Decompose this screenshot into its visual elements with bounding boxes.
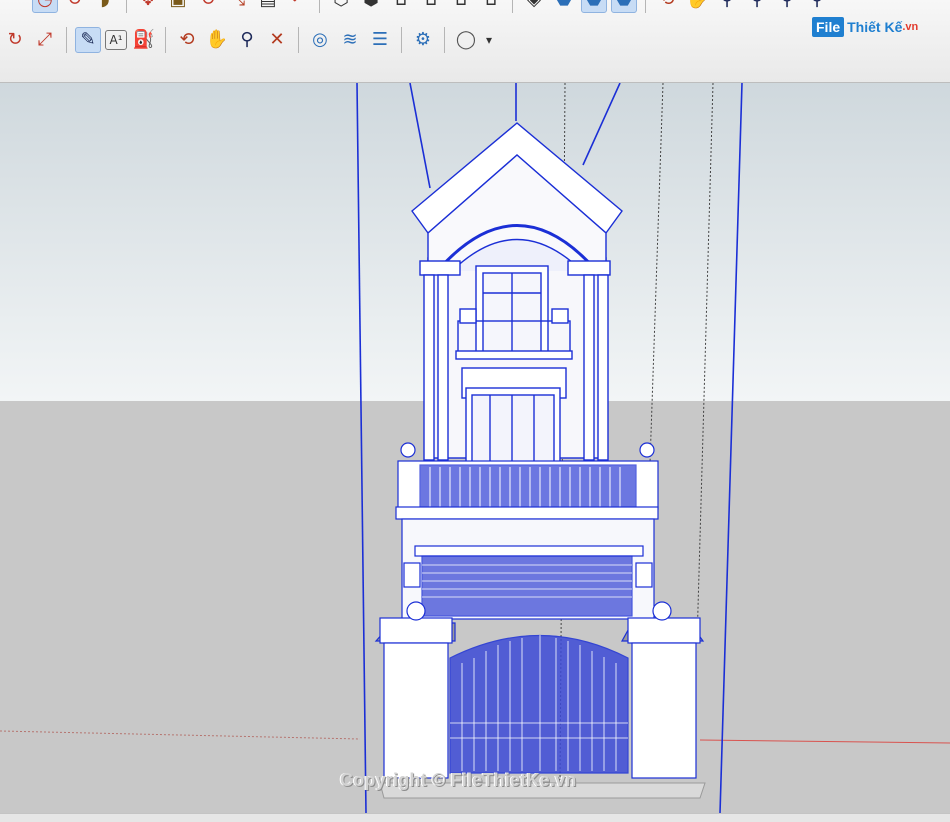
separator [401, 27, 402, 53]
pie-icon[interactable]: ◔ [32, 0, 58, 13]
separator [126, 0, 127, 13]
offset-icon[interactable]: ▤ [255, 0, 281, 13]
toolbar-row-bottom: ↻ ⤢ ✎ A¹ ⛽ ⟲ ✋ ⚲ ✕ ◎ ≋ ☰ ⚙ ◯ ▾ [0, 22, 497, 58]
iso-view-icon[interactable]: ⬡ [328, 0, 354, 13]
previous-view-icon[interactable]: ⚲ [804, 0, 830, 13]
separator [645, 0, 646, 13]
logo-text: Thiết Kế [847, 19, 903, 35]
terrain-icon[interactable]: ≋ [337, 27, 363, 53]
zoom-extents-icon[interactable]: ⚲ [774, 0, 800, 13]
scale-icon[interactable]: ⤡ [225, 0, 251, 13]
separator [444, 27, 445, 53]
logo-brand: File [812, 17, 845, 37]
move-icon[interactable]: ✥ [135, 0, 161, 13]
house-front-icon[interactable]: ⌂ [388, 0, 414, 13]
separator [298, 27, 299, 53]
ground-floor [401, 518, 655, 620]
undo-icon[interactable]: ↶ [285, 0, 311, 13]
pushpull-icon[interactable]: ▣ [165, 0, 191, 13]
shaded-icon[interactable]: ⬣ [611, 0, 637, 13]
logo-suffix: .vn [902, 21, 919, 33]
pan-icon[interactable]: ✋ [684, 0, 710, 13]
zoom-extents-icon[interactable]: ✕ [264, 27, 290, 53]
wireframe-icon[interactable]: ⬣ [551, 0, 577, 13]
layers-icon[interactable]: ☰ [367, 27, 393, 53]
toolbar-area: ⌒ ◔ ↺ ◗ ✥ ▣ ↻ ⤡ ▤ ↶ ⬡ ⬢ ⌂ ⌂ ⌂ ⌂ ◈ ⬣ ⬣ ⬣ … [0, 0, 950, 83]
separator [319, 0, 320, 13]
separator [512, 0, 513, 13]
top-view-icon[interactable]: ⬢ [358, 0, 384, 13]
geolocation-icon[interactable]: ◎ [307, 27, 333, 53]
tape-measure-icon[interactable]: ✎ [75, 27, 101, 53]
hidden-line-icon[interactable]: ⬣ [581, 0, 607, 13]
orbit-icon[interactable]: ⟲ [654, 0, 680, 13]
house-left-icon[interactable]: ⌂ [478, 0, 504, 13]
xray-icon[interactable]: ◈ [521, 0, 547, 13]
arc-icon[interactable]: ⌒ [2, 0, 28, 13]
red-axis-line [699, 739, 950, 744]
copyright-watermark: Copyright © FileThietKe.vn [340, 770, 577, 790]
red-axis-dotted [0, 730, 361, 740]
upper-facade [411, 122, 623, 469]
sandbox-icon[interactable]: ⚙ [410, 27, 436, 53]
site-logo: File Thiết Kế .vn [812, 14, 918, 40]
scale-tool-icon[interactable]: ⤢ [32, 27, 58, 53]
toolbar-row-top: ⌒ ◔ ↺ ◗ ✥ ▣ ↻ ⤡ ▤ ↶ ⬡ ⬢ ⌂ ⌂ ⌂ ⌂ ◈ ⬣ ⬣ ⬣ … [0, 0, 832, 18]
house-back-icon[interactable]: ⌂ [448, 0, 474, 13]
iron-gate [449, 634, 629, 774]
text-label-icon[interactable]: A¹ [105, 30, 127, 50]
house-right-icon[interactable]: ⌂ [418, 0, 444, 13]
rotate-tool-icon[interactable]: ↻ [195, 0, 221, 13]
pan-hand-icon[interactable]: ✋ [204, 27, 230, 53]
chevron-down-icon[interactable]: ▾ [483, 27, 495, 53]
account-icon[interactable]: ◯ [453, 27, 479, 53]
zoom-icon[interactable]: ⚲ [234, 27, 260, 53]
zoom-icon[interactable]: ⚲ [714, 0, 740, 13]
followme-icon[interactable]: ◗ [92, 0, 118, 13]
house-model[interactable] [0, 83, 950, 813]
zoom-window-icon[interactable]: ⚲ [744, 0, 770, 13]
model-viewport[interactable]: Copyright © FileThietKe.vn [0, 83, 950, 813]
orbit-icon[interactable]: ⟲ [174, 27, 200, 53]
rotate-tool-icon[interactable]: ↻ [2, 27, 28, 53]
paint-bucket-icon[interactable]: ⛽ [131, 27, 157, 53]
separator [165, 27, 166, 53]
rotate-icon[interactable]: ↺ [62, 0, 88, 13]
separator [66, 27, 67, 53]
